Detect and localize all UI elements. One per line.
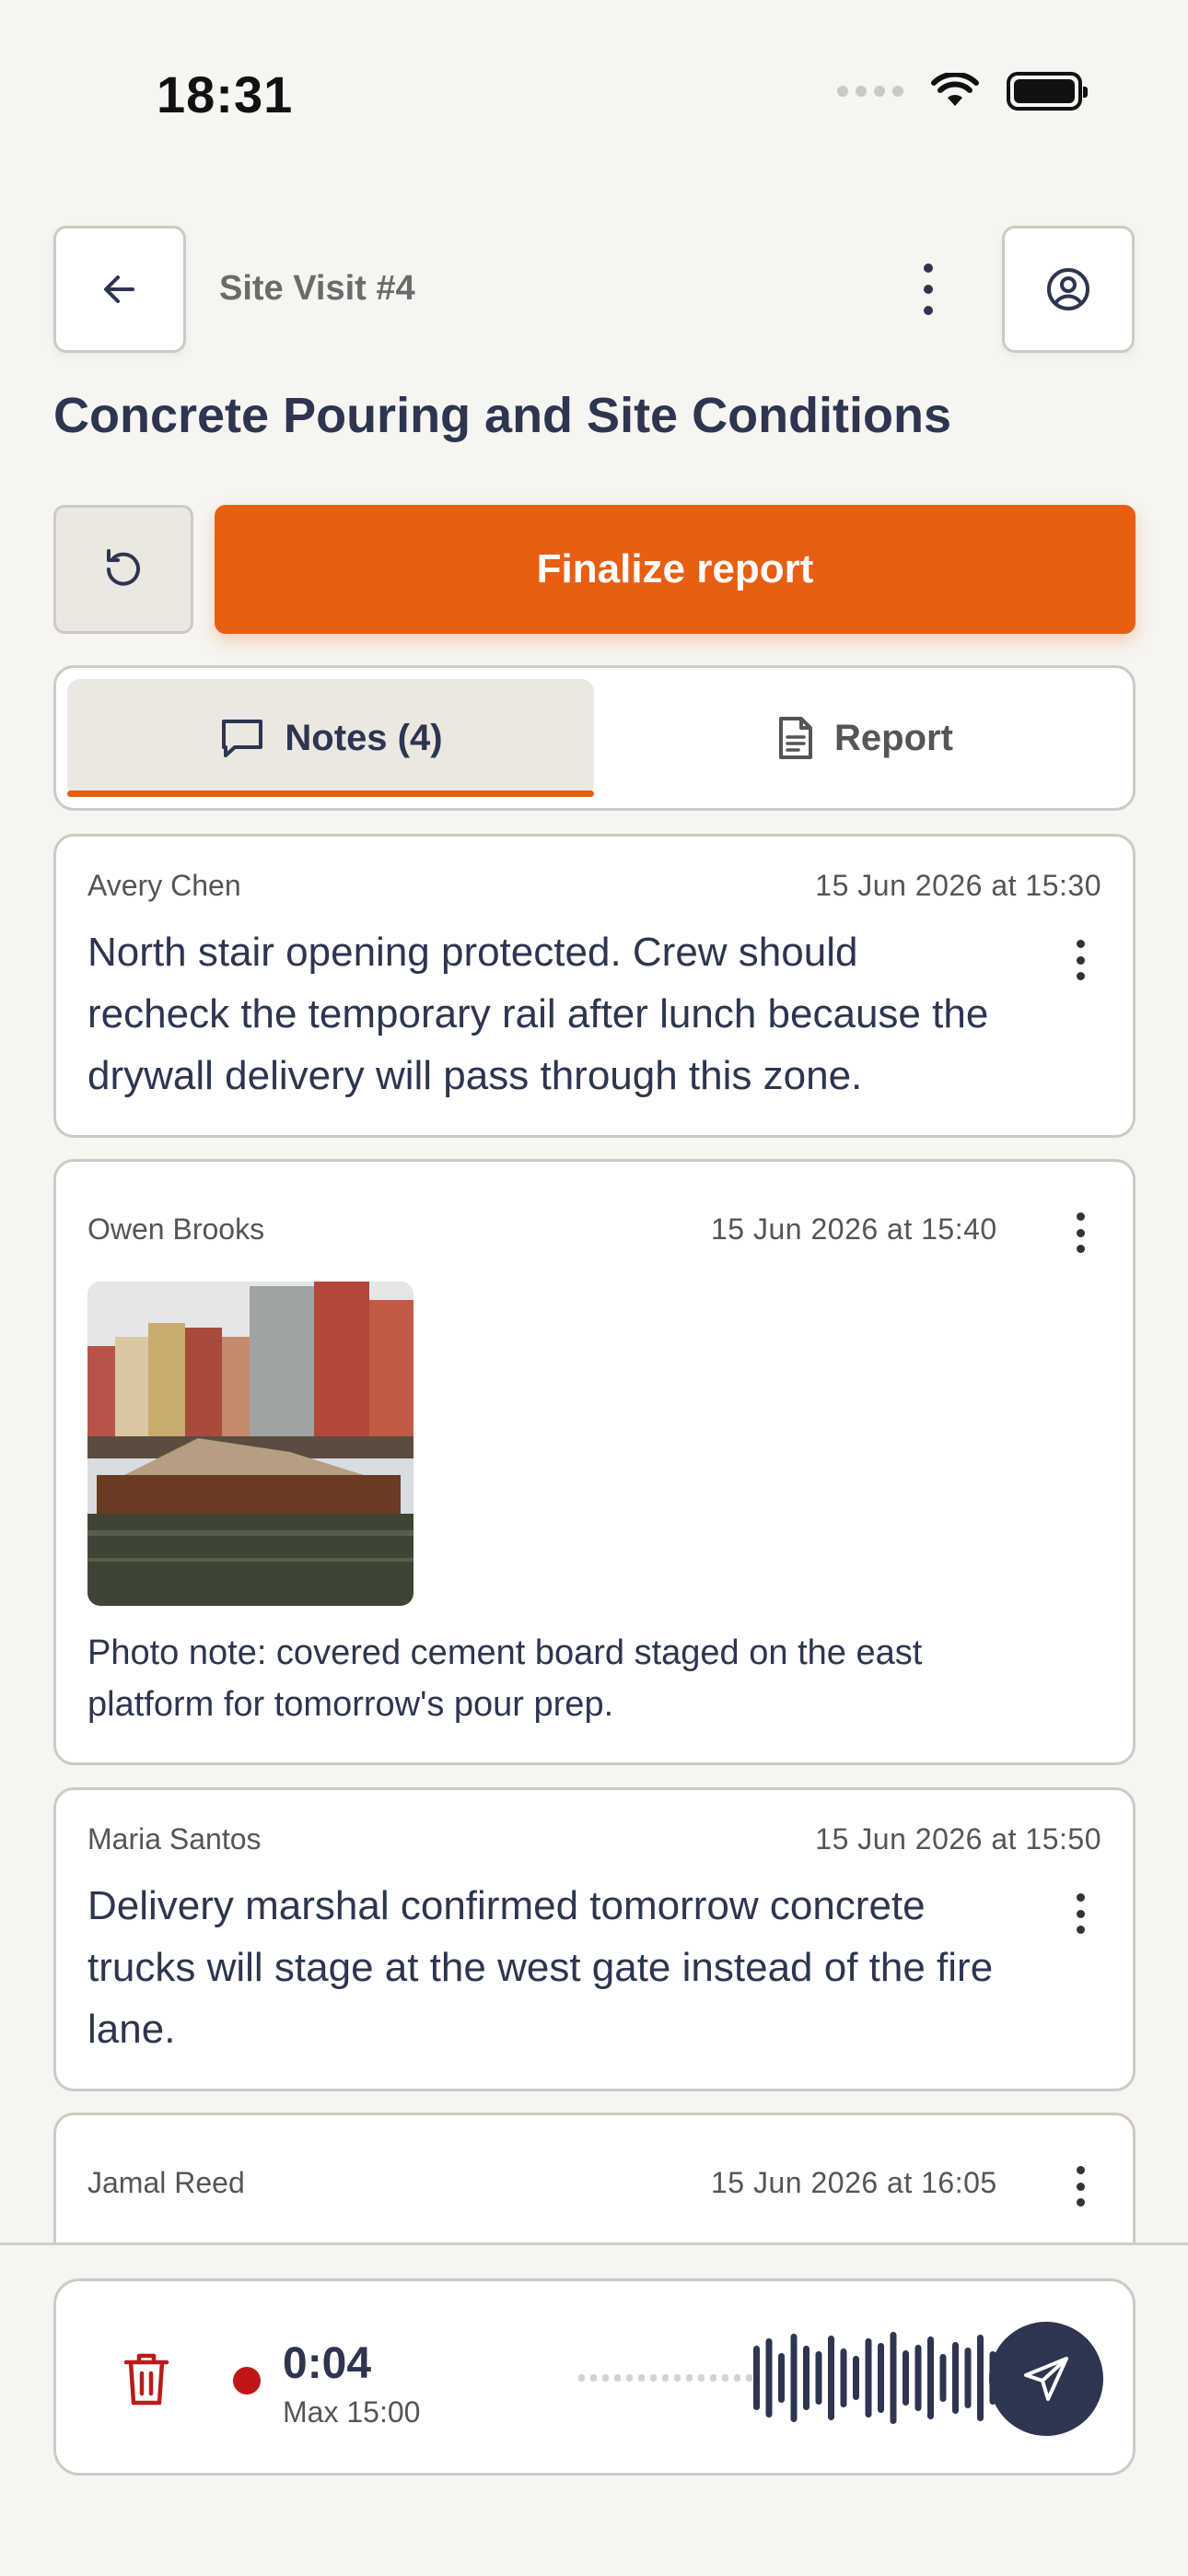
recording-time: 0:04 bbox=[283, 2339, 372, 2388]
battery-icon bbox=[1007, 72, 1088, 111]
status-icons bbox=[837, 72, 1088, 111]
note-author: Avery Chen bbox=[87, 869, 241, 902]
file-text-icon bbox=[779, 717, 813, 759]
arrow-left-icon bbox=[104, 275, 134, 303]
note-author: Maria Santos bbox=[87, 1822, 262, 1856]
active-tab-indicator bbox=[67, 790, 594, 797]
note-more-icon[interactable] bbox=[1066, 940, 1094, 980]
user-circle-icon bbox=[1047, 268, 1089, 310]
back-button[interactable] bbox=[53, 226, 186, 353]
tab-bar: Notes (4) Report bbox=[53, 665, 1136, 811]
note-timestamp: 15 Jun 2026 at 16:05 bbox=[711, 2166, 997, 2199]
tab-report[interactable]: Report bbox=[604, 679, 1124, 797]
tab-notes-label: Notes (4) bbox=[285, 717, 443, 758]
note-text: North stair opening protected. Crew shou… bbox=[87, 930, 989, 1098]
note-photo[interactable] bbox=[87, 1282, 413, 1606]
divider bbox=[0, 2242, 1188, 2245]
note-caption: Photo note: covered cement board staged … bbox=[87, 1633, 923, 1724]
note-card: Maria Santos 15 Jun 2026 at 15:50 Delive… bbox=[53, 1787, 1136, 2091]
note-timestamp: 15 Jun 2026 at 15:50 bbox=[815, 1822, 1101, 1856]
note-card: Avery Chen 15 Jun 2026 at 15:30 North st… bbox=[53, 834, 1136, 1138]
tab-report-label: Report bbox=[834, 717, 953, 758]
page-title: Concrete Pouring and Site Conditions bbox=[53, 388, 952, 443]
note-text: Delivery marshal confirmed tomorrow conc… bbox=[87, 1883, 994, 2052]
record-dot-icon bbox=[233, 2367, 261, 2395]
note-card: Owen Brooks 15 Jun 2026 at 15:40 Photo n… bbox=[53, 1159, 1136, 1765]
trash-icon[interactable] bbox=[121, 2349, 172, 2408]
rotate-ccw-icon bbox=[107, 549, 140, 586]
breadcrumb: Site Visit #4 bbox=[219, 269, 415, 308]
recording-max: Max 15:00 bbox=[283, 2395, 421, 2429]
note-more-icon[interactable] bbox=[1066, 2166, 1094, 2207]
finalize-report-button[interactable]: Finalize report bbox=[215, 505, 1136, 634]
note-timestamp: 15 Jun 2026 at 15:30 bbox=[815, 869, 1101, 902]
reset-button[interactable] bbox=[53, 505, 193, 634]
tab-notes[interactable]: Notes (4) bbox=[67, 679, 594, 797]
note-more-icon[interactable] bbox=[1066, 1893, 1094, 1934]
send-icon bbox=[1024, 2357, 1068, 2401]
note-more-icon[interactable] bbox=[1066, 1212, 1094, 1253]
more-options-icon[interactable] bbox=[912, 263, 945, 315]
message-square-icon bbox=[222, 720, 263, 757]
wifi-icon bbox=[931, 73, 979, 106]
note-author: Owen Brooks bbox=[87, 1212, 265, 1246]
waveform-icon bbox=[578, 2332, 1008, 2424]
status-time: 18:31 bbox=[157, 65, 294, 123]
cellular-signal-icon bbox=[837, 86, 903, 97]
send-button[interactable] bbox=[989, 2322, 1103, 2436]
note-author: Jamal Reed bbox=[87, 2166, 245, 2199]
profile-button[interactable] bbox=[1002, 226, 1135, 353]
note-timestamp: 15 Jun 2026 at 15:40 bbox=[711, 1212, 997, 1246]
voice-recorder: 0:04 Max 15:00 bbox=[53, 2278, 1136, 2476]
